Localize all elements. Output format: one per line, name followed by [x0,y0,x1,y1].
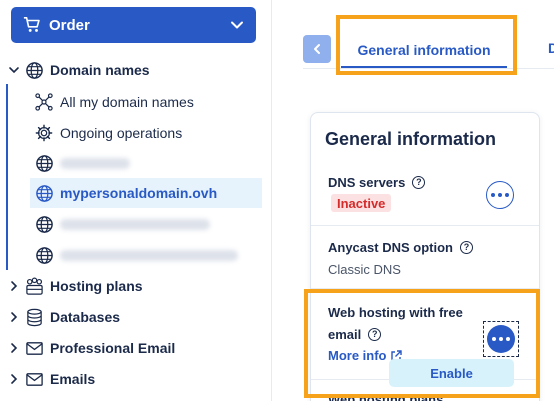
globe-icon [34,214,54,234]
anycast-value: Classic DNS [328,262,401,277]
hosting-icon [24,276,44,296]
dns-servers-label: DNS servers ? [328,175,426,190]
tab-next-partial[interactable]: D [548,40,554,56]
section-divider [311,288,539,289]
anycast-text: Anycast DNS option [328,240,453,255]
sidebar-item-emails[interactable]: Emails [8,366,95,392]
help-icon[interactable]: ? [412,176,426,189]
back-button[interactable] [303,35,331,63]
globe-icon [34,153,54,173]
sidebar-item-label: Domain names [50,62,150,78]
chevron-down-icon [231,21,243,29]
sidebar-item-domain-blurred-2[interactable] [34,211,210,237]
sidebar-item-label: Databases [50,309,121,325]
dot [492,337,496,341]
redacted-domain [60,249,238,261]
tree-indent-line [6,84,8,270]
database-icon [24,307,44,327]
help-icon[interactable]: ? [459,241,473,254]
sidebar-item-professional-email[interactable]: Professional Email [8,335,175,361]
dns-actions-button[interactable] [486,181,514,209]
sidebar-item-hosting-plans[interactable]: Hosting plans [8,273,143,299]
gear-icon [34,123,54,143]
globe-icon [24,60,44,80]
sidebar-item-domain-blurred-3[interactable] [34,242,238,268]
order-label: Order [49,16,90,34]
dns-servers-text: DNS servers [328,175,406,190]
sidebar-item-label: Professional Email [50,340,176,356]
chevron-left-icon [314,44,320,54]
sidebar-item-label: mypersonaldomain.ovh [60,185,218,201]
chevron-right-icon [11,343,18,353]
web-hosting-text: Web hosting with free [328,305,463,320]
order-button[interactable]: Order [11,7,256,43]
sidebar-item-all-domains[interactable]: All my domain names [34,89,194,115]
web-hosting-label-line2: email ? [328,327,382,342]
help-icon[interactable]: ? [368,328,382,341]
more-info-text: More info [328,348,387,363]
envelope-icon [24,338,44,358]
cart-icon [23,16,40,32]
sidebar: Order Domain names All my domain names O… [0,0,272,401]
dot [491,193,495,197]
sidebar-item-label: Emails [50,371,96,387]
chevron-right-icon [11,281,18,291]
sidebar-item-domain-blurred-1[interactable] [34,150,130,176]
globe-icon [34,245,54,265]
network-icon [34,92,54,112]
section-divider [311,225,539,226]
sidebar-item-domain-names[interactable]: Domain names [8,57,150,83]
card-title: General information [325,129,497,149]
dot [499,337,503,341]
dot [506,337,510,341]
status-badge: Inactive [331,194,392,212]
web-hosting-actions-button[interactable] [487,325,515,353]
dot [498,193,502,197]
chevron-down-icon [9,67,19,74]
sidebar-item-databases[interactable]: Databases [8,304,120,330]
chevron-right-icon [11,374,18,384]
dot [505,193,509,197]
chevron-right-icon [11,312,18,322]
sidebar-item-label: Hosting plans [50,278,143,294]
redacted-domain [60,218,210,230]
anycast-label: Anycast DNS option ? [328,240,473,255]
sidebar-item-label: Ongoing operations [60,125,183,141]
redacted-domain [60,157,130,169]
tab-general-information[interactable]: General information [341,34,507,68]
web-hosting-label-line1: Web hosting with free [328,305,463,320]
sidebar-item-ongoing-operations[interactable]: Ongoing operations [34,120,182,146]
web-hosting-plans-label: Web hosting plans [328,392,444,401]
envelope-icon [24,369,44,389]
sidebar-item-selected-domain[interactable]: mypersonaldomain.ovh [34,180,217,206]
tabs-divider [303,68,554,69]
sidebar-item-label: All my domain names [60,94,194,110]
enable-button[interactable]: Enable [389,359,514,387]
globe-icon [34,183,54,203]
web-hosting-text-2: email [328,327,362,342]
